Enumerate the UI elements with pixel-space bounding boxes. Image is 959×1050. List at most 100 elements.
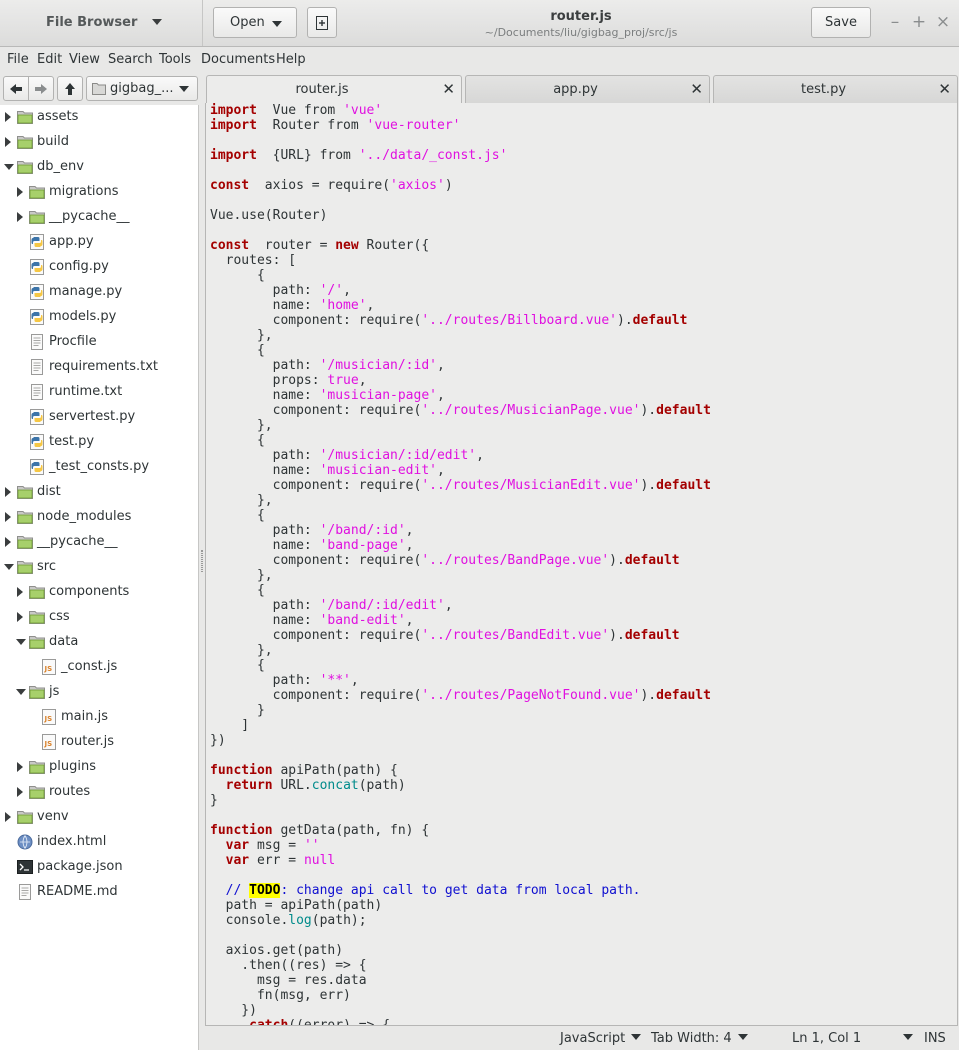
parent-folder-button[interactable] [57,76,83,101]
tree-folder-row[interactable]: __pycache__ [0,530,199,555]
expander-collapsed-icon[interactable] [5,537,11,547]
tree-folder-row[interactable]: data [0,630,199,655]
arrow-up-icon [65,82,75,95]
language-selector[interactable]: JavaScript [560,1031,642,1046]
back-button[interactable] [3,76,29,101]
tree-file-row[interactable]: index.html [0,830,199,855]
tree-folder-row[interactable]: venv [0,805,199,830]
tree-folder-row[interactable]: __pycache__ [0,205,199,230]
save-button[interactable]: Save [811,7,871,38]
location-dropdown[interactable]: gigbag_... [86,76,198,101]
menu-help[interactable]: Help [276,52,306,67]
expander-collapsed-icon[interactable] [17,187,23,197]
tree-file-row[interactable]: manage.py [0,280,199,305]
new-document-button[interactable] [307,7,337,38]
expander-collapsed-icon[interactable] [17,762,23,772]
close-icon[interactable]: ✕ [938,80,951,98]
tree-folder-row[interactable]: assets [0,105,199,130]
expander-collapsed-icon[interactable] [5,812,11,822]
expander-collapsed-icon[interactable] [5,487,11,497]
code-token: , [405,538,414,553]
expander-collapsed-icon[interactable] [17,612,23,622]
code-string: '/musician/:id' [319,358,437,373]
tree-file-row[interactable]: JS _const.js [0,655,199,680]
file-browser-selector[interactable]: File Browser [0,0,203,46]
expander-collapsed-icon[interactable] [17,212,23,222]
code-editor[interactable]: import Vue from 'vue' import Router from … [205,103,958,1026]
code-token: path: [210,283,320,298]
code-token: msg = [249,838,304,853]
forward-button[interactable] [28,76,54,101]
menu-documents[interactable]: Documents [201,52,275,67]
tree-file-row[interactable]: runtime.txt [0,380,199,405]
cursor-position[interactable]: Ln 1, Col 1 [792,1031,914,1046]
chevron-down-icon[interactable] [152,19,162,25]
expander-collapsed-icon[interactable] [5,112,11,122]
expander-expanded-icon[interactable] [16,639,26,645]
open-button[interactable]: Open [213,7,297,38]
tree-folder-row[interactable]: db_env [0,155,199,180]
close-icon[interactable]: ✕ [690,80,703,98]
pane-grip[interactable] [201,550,203,572]
expander-collapsed-icon[interactable] [5,512,11,522]
tree-file-row[interactable]: app.py [0,230,199,255]
code-string: '**' [319,673,351,688]
code-token: }) [210,1003,257,1018]
tree-folder-row[interactable]: src [0,555,199,580]
file-browser-title[interactable]: File Browser [46,15,137,30]
code-token: msg = res.data [210,973,367,988]
tab-router-js[interactable]: router.js ✕ [206,75,462,104]
tab-width-selector[interactable]: Tab Width: 4 [651,1031,748,1046]
minimize-icon[interactable]: – [887,12,903,32]
code-string: 'band-page' [319,538,406,553]
tree-file-row[interactable]: package.json [0,855,199,880]
tree-folder-row[interactable]: dist [0,480,199,505]
code-text[interactable]: import Vue from 'vue' import Router from … [210,103,711,1025]
code-token: ). [609,553,625,568]
code-line: function apiPath(path) { [210,763,711,778]
tree-file-row[interactable]: JS main.js [0,705,199,730]
tab-test-py[interactable]: test.py ✕ [713,75,958,103]
expander-collapsed-icon[interactable] [5,137,11,147]
tree-folder-row[interactable]: migrations [0,180,199,205]
tree-folder-row[interactable]: build [0,130,199,155]
code-line: name: 'home', [210,298,711,313]
tree-file-row[interactable]: Procfile [0,330,199,355]
tree-folder-row[interactable]: css [0,605,199,630]
close-icon[interactable]: × [935,12,951,32]
tree-folder-row[interactable]: components [0,580,199,605]
tree-file-row[interactable]: _test_consts.py [0,455,199,480]
tree-file-row[interactable]: models.py [0,305,199,330]
tree-folder-row[interactable]: node_modules [0,505,199,530]
tree-folder-row[interactable]: routes [0,780,199,805]
close-icon[interactable]: ✕ [442,80,455,98]
menu-edit[interactable]: Edit [37,52,62,67]
tree-folder-row[interactable]: plugins [0,755,199,780]
tree-item-label: _const.js [61,659,118,674]
code-keyword: const [210,238,250,253]
tree-file-row[interactable]: servertest.py [0,405,199,430]
tree-file-row[interactable]: requirements.txt [0,355,199,380]
menu-tools[interactable]: Tools [159,52,191,67]
expander-expanded-icon[interactable] [4,564,14,570]
tree-file-row[interactable]: JS router.js [0,730,199,755]
code-token: router = [249,238,336,253]
expander-collapsed-icon[interactable] [17,787,23,797]
code-comment: : change api call to get data from local… [280,883,641,898]
maximize-icon[interactable]: + [911,12,927,32]
tab-app-py[interactable]: app.py ✕ [465,75,710,103]
tree-item-label: css [49,609,70,624]
menu-view[interactable]: View [69,52,100,67]
tree-file-row[interactable]: README.md [0,880,199,905]
menu-search[interactable]: Search [108,52,153,67]
tree-file-row[interactable]: config.py [0,255,199,280]
tree-file-row[interactable]: test.py [0,430,199,455]
tree-folder-row[interactable]: js [0,680,199,705]
expander-expanded-icon[interactable] [16,689,26,695]
expander-collapsed-icon[interactable] [17,587,23,597]
expander-expanded-icon[interactable] [4,164,14,170]
code-line: console.log(path); [210,913,711,928]
menu-file[interactable]: File [7,52,29,67]
